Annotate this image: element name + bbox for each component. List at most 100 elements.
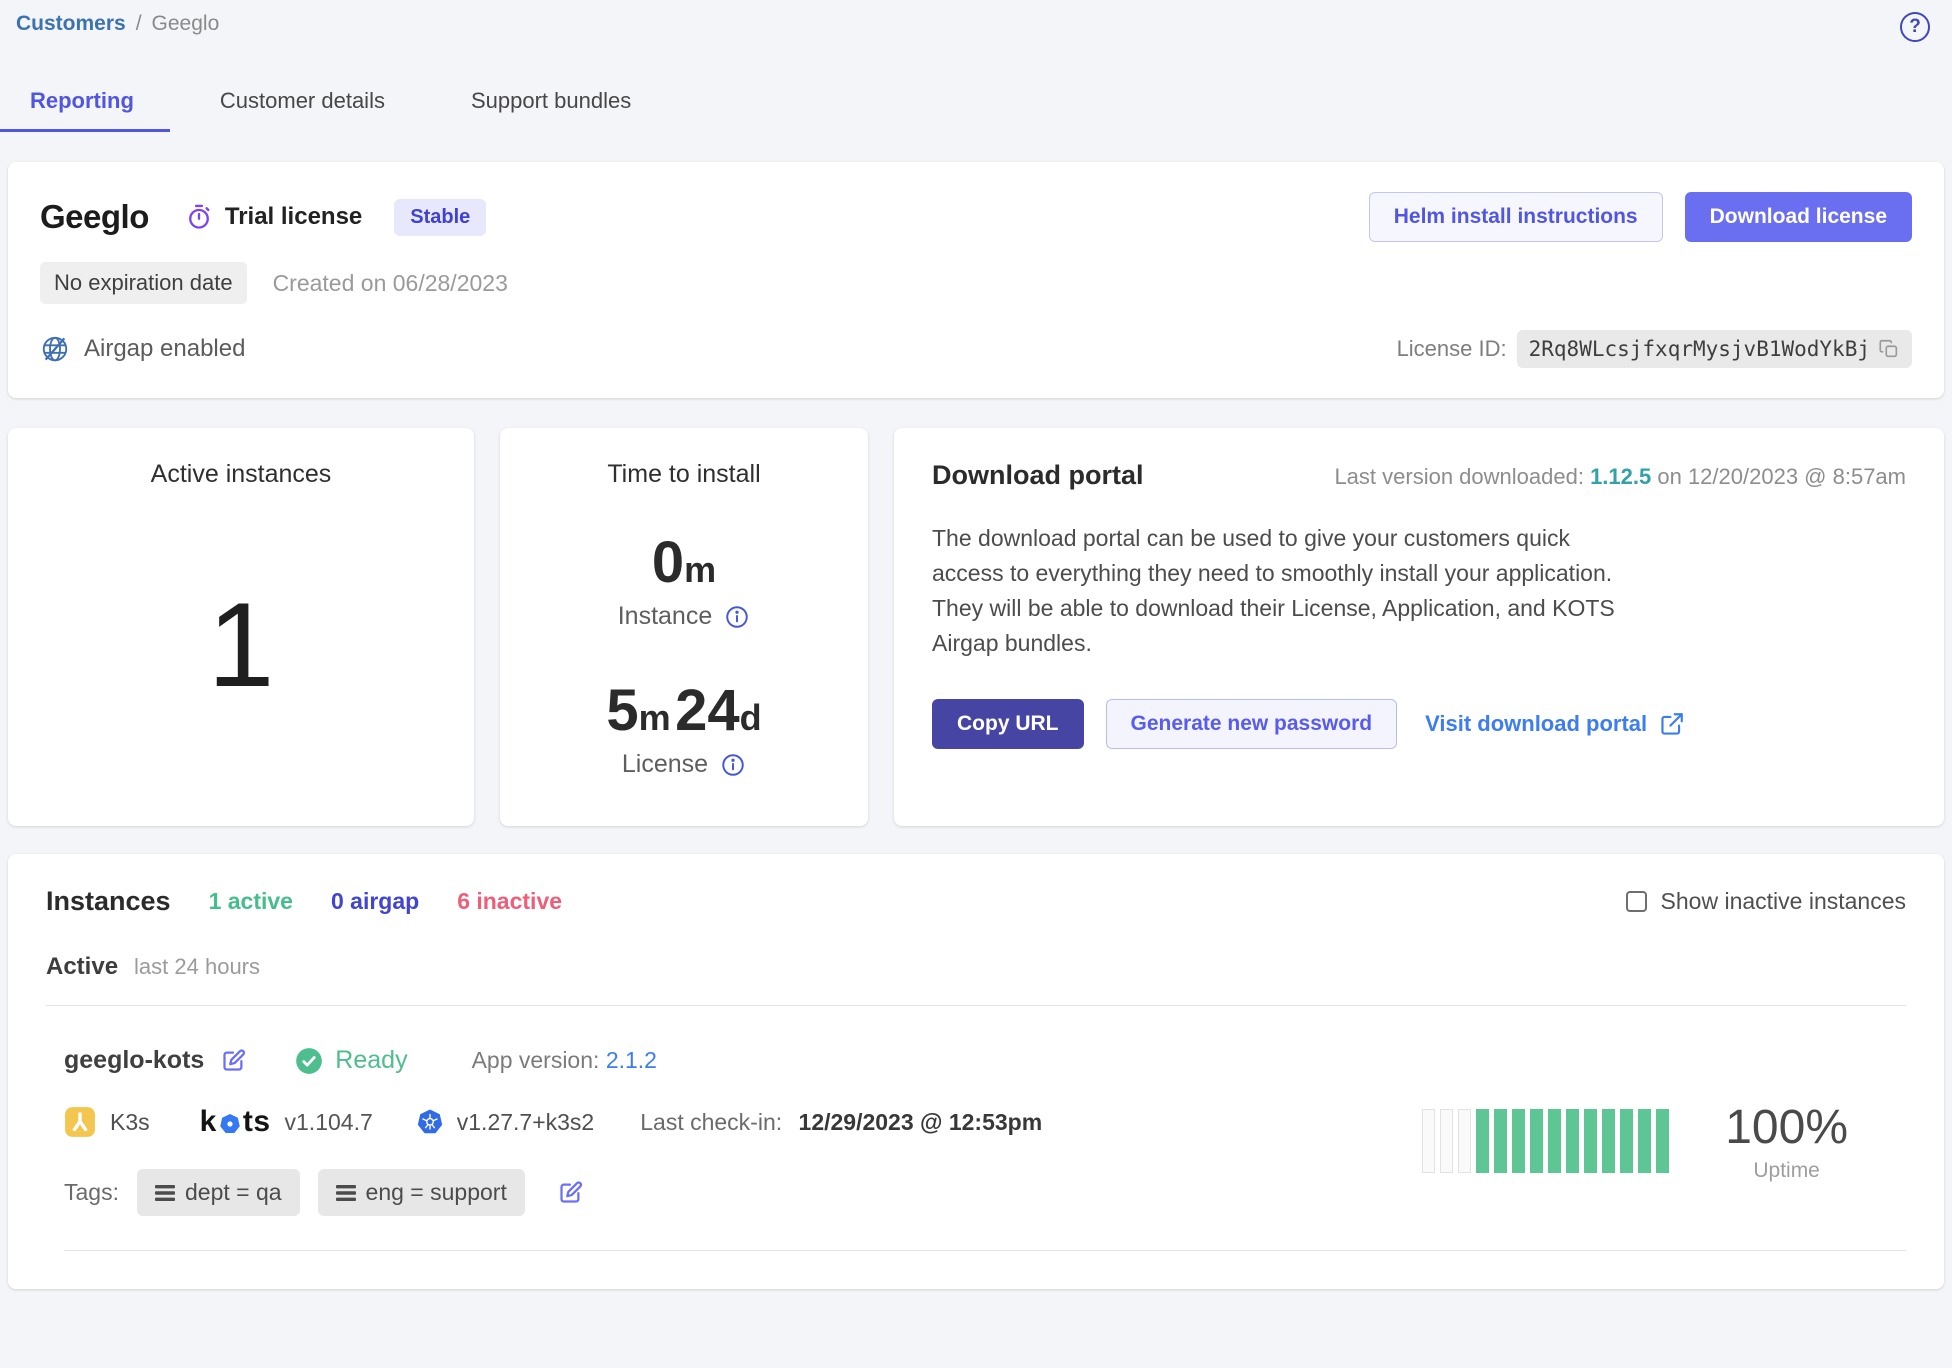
uptime-bar (1440, 1109, 1453, 1173)
tag-lines-icon (336, 1184, 356, 1202)
license-id-group: License ID: 2Rq8WLcsjfxqrMysjvB1WodYkBj (1397, 330, 1912, 368)
ready-check-icon (295, 1047, 323, 1075)
copy-url-button[interactable]: Copy URL (932, 699, 1084, 749)
created-date: Created on 06/28/2023 (273, 270, 508, 297)
copy-icon[interactable] (1878, 338, 1900, 360)
download-portal-card: Download portal Last version downloaded:… (894, 428, 1944, 826)
uptime-bar (1476, 1109, 1489, 1173)
customer-name: Geeglo (40, 198, 149, 236)
kubernetes-icon (415, 1107, 445, 1137)
download-portal-actions: Copy URL Generate new password Visit dow… (932, 699, 1906, 749)
instance-row: geeglo-kots (46, 1006, 1906, 1216)
uptime-bar (1656, 1109, 1669, 1173)
generate-new-password-button[interactable]: Generate new password (1106, 699, 1398, 749)
breadcrumb: Customers / Geeglo (8, 12, 219, 36)
external-link-icon (1659, 711, 1685, 737)
last-version-downloaded: Last version downloaded: 1.12.5 on 12/20… (1334, 464, 1906, 490)
expiration-badge: No expiration date (40, 262, 247, 304)
tag-label: dept = qa (185, 1179, 282, 1206)
instances-title: Instances (46, 886, 171, 917)
tab-customer-details[interactable]: Customer details (206, 82, 399, 132)
license-type-label: Trial license (225, 203, 362, 231)
channel-badge: Stable (394, 199, 486, 236)
breadcrumb-separator: / (136, 12, 142, 36)
license-install-unit1: m (639, 697, 671, 738)
uptime-bar (1566, 1109, 1579, 1173)
visit-portal-label: Visit download portal (1425, 711, 1647, 737)
license-id-value: 2Rq8WLcsjfxqrMysjvB1WodYkBj (1517, 330, 1912, 368)
kots-logo-k: k (200, 1105, 217, 1139)
show-inactive-checkbox[interactable] (1626, 891, 1647, 912)
customer-summary-card: Geeglo Trial license Stable Helm install… (8, 162, 1944, 398)
download-portal-title: Download portal (932, 460, 1144, 491)
info-icon[interactable] (724, 604, 750, 630)
airgap-globe-icon (40, 334, 70, 364)
customer-title-row: Geeglo Trial license Stable Helm install… (40, 192, 1912, 242)
uptime-bar (1584, 1109, 1597, 1173)
edit-name-icon[interactable] (220, 1047, 247, 1074)
breadcrumb-customers-link[interactable]: Customers (16, 12, 126, 36)
count-active[interactable]: 1 active (209, 888, 293, 915)
status-indicator: Ready (295, 1046, 407, 1075)
tab-support-bundles[interactable]: Support bundles (457, 82, 645, 132)
last-version-label: Last version downloaded: (1334, 464, 1584, 489)
count-airgap[interactable]: 0 airgap (331, 888, 419, 915)
instances-header: Instances 1 active 0 airgap 6 inactive S… (46, 886, 1906, 917)
tab-bar: Reporting Customer details Support bundl… (8, 82, 1944, 132)
app-version: App version: 2.1.2 (472, 1047, 657, 1074)
visit-download-portal-link[interactable]: Visit download portal (1425, 711, 1685, 737)
instance-install-unit: m (684, 549, 716, 590)
count-inactive[interactable]: 6 inactive (457, 888, 562, 915)
uptime-label: Uptime (1725, 1159, 1848, 1183)
license-install-unit2: d (740, 697, 762, 738)
edit-tags-icon[interactable] (557, 1179, 584, 1206)
instance-install-value: 0 (652, 530, 684, 595)
license-install-label-row: License (622, 750, 746, 779)
tags-label: Tags: (64, 1179, 119, 1206)
k8s-version: v1.27.7+k3s2 (457, 1109, 594, 1136)
instances-card: Instances 1 active 0 airgap 6 inactive S… (8, 854, 1944, 1289)
download-portal-header: Download portal Last version downloaded:… (932, 460, 1906, 491)
last-checkin-value: 12/29/2023 @ 12:53pm (799, 1109, 1043, 1135)
last-checkin-label: Last check-in: (640, 1109, 782, 1135)
app-version-link[interactable]: 2.1.2 (606, 1047, 657, 1073)
tab-reporting[interactable]: Reporting (16, 82, 148, 132)
kots-version: v1.104.7 (285, 1109, 373, 1136)
show-inactive-toggle[interactable]: Show inactive instances (1626, 888, 1906, 915)
kots-version-group: k ts v1.104.7 (200, 1105, 373, 1139)
k8s-version-group: v1.27.7+k3s2 (415, 1107, 594, 1137)
breadcrumb-current: Geeglo (152, 12, 220, 36)
download-license-button[interactable]: Download license (1685, 192, 1912, 242)
active-instances-title: Active instances (151, 460, 332, 489)
license-install-time: 5m 24d (606, 677, 761, 744)
kots-logo: k ts (200, 1105, 271, 1139)
info-icon[interactable] (720, 752, 746, 778)
tag-badge[interactable]: dept = qa (137, 1169, 300, 1216)
active-section-sublabel: last 24 hours (134, 954, 260, 980)
uptime-bar (1494, 1109, 1507, 1173)
help-icon[interactable]: ? (1900, 12, 1930, 42)
uptime-bar (1602, 1109, 1615, 1173)
page: Customers / Geeglo ? Reporting Customer … (0, 0, 1952, 1289)
stopwatch-icon (185, 203, 213, 231)
time-to-install-title: Time to install (607, 460, 760, 489)
license-install-label: License (622, 750, 708, 779)
tag-badge[interactable]: eng = support (318, 1169, 525, 1216)
license-install-value1: 5 (606, 678, 638, 743)
k3s-icon (64, 1106, 96, 1138)
uptime-summary: 100% Uptime (1725, 1100, 1848, 1183)
show-inactive-label: Show inactive instances (1661, 888, 1906, 915)
active-section-header: Active last 24 hours (46, 953, 1906, 981)
last-version-link[interactable]: 1.12.5 (1590, 464, 1651, 489)
distribution-label: K3s (110, 1109, 150, 1136)
helm-install-instructions-button[interactable]: Helm install instructions (1369, 192, 1663, 242)
download-portal-description: The download portal can be used to give … (932, 521, 1632, 661)
uptime-bar (1548, 1109, 1561, 1173)
uptime-panel: 100% Uptime (1422, 1066, 1898, 1216)
app-version-label: App version: (472, 1047, 600, 1073)
active-instances-card: Active instances 1 (8, 428, 474, 826)
card-bottom-padding (46, 1251, 1906, 1289)
tag-label: eng = support (366, 1179, 507, 1206)
uptime-bar (1638, 1109, 1651, 1173)
uptime-bar (1530, 1109, 1543, 1173)
